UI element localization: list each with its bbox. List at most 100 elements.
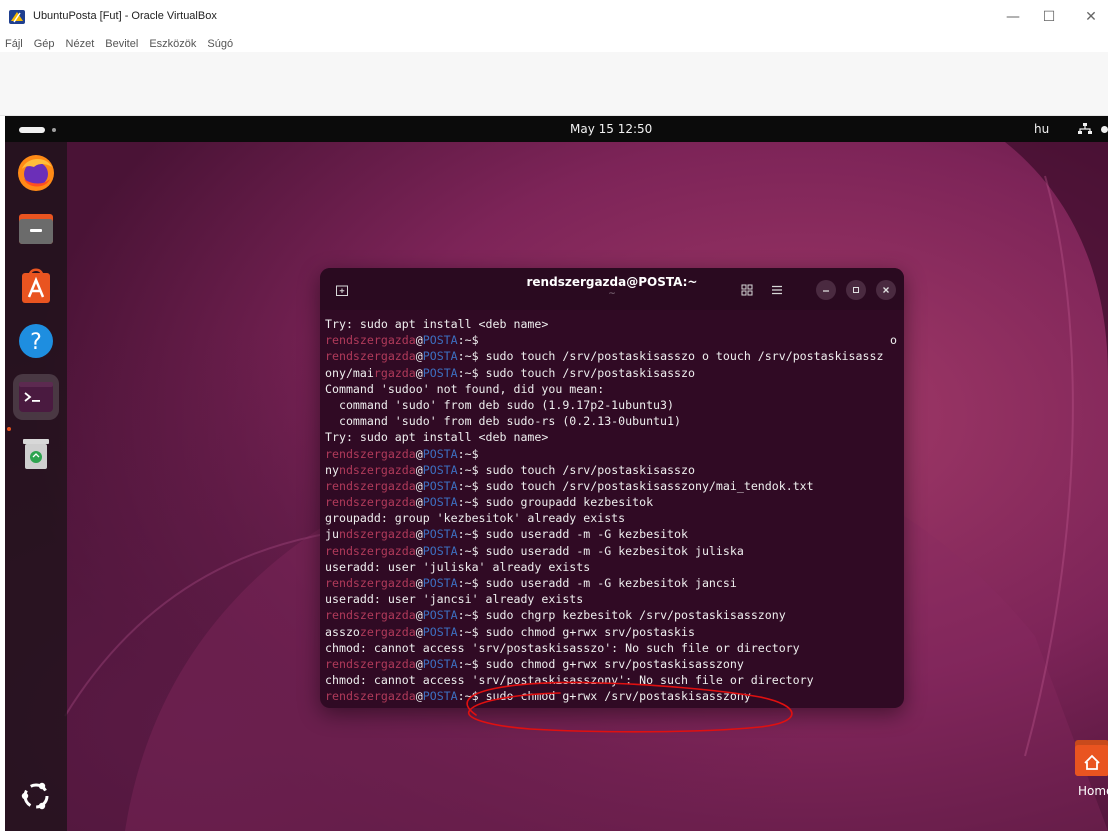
terminal-maximize-button[interactable]	[846, 280, 866, 300]
prompt-user: zergazda	[359, 624, 416, 639]
clock[interactable]: May 15 12:50	[570, 122, 652, 136]
network-icon[interactable]	[1078, 123, 1092, 135]
prompt-at: @	[415, 576, 423, 590]
terminal-minimize-button[interactable]	[816, 280, 836, 300]
menu-machine[interactable]: Gép	[34, 38, 55, 50]
menu-tools[interactable]: Eszközök	[149, 38, 196, 50]
terminal-line: Command 'sudoo' not found, did you mean:	[325, 381, 901, 397]
terminal-headerbar[interactable]: rendszergazda@POSTA:~ ~	[320, 268, 904, 310]
menu-help[interactable]: Súgó	[207, 38, 233, 50]
terminal-text: chmod: cannot access 'srv/postaskisasszo…	[325, 673, 814, 688]
terminal-text: Command 'sudoo' not found, did you mean:	[325, 381, 605, 396]
activities-indicator[interactable]	[19, 127, 45, 133]
prompt-path: :~$	[457, 495, 479, 510]
terminal-line: useradd: user 'jancsi' already exists	[325, 591, 901, 607]
terminal-line: command 'sudo' from deb sudo (1.9.17p2-1…	[325, 397, 901, 413]
gnome-top-bar: May 15 12:50 hu	[5, 116, 1108, 142]
prompt-at: @	[415, 624, 423, 639]
prompt-at: @	[415, 527, 423, 542]
terminal-line: rendszergazda@POSTA:~$ sudo groupadd kez…	[325, 494, 901, 510]
terminal-command: sudo useradd -m -G kezbesitok	[478, 527, 688, 542]
guest-screen[interactable]: May 15 12:50 hu ? rendszergazda@POSTA:~ …	[5, 116, 1108, 831]
terminal-command: sudo groupadd kezbesitok	[478, 495, 654, 510]
app-center-icon	[22, 268, 50, 303]
files-icon	[19, 214, 53, 244]
terminal-line: groupadd: group 'kezbesitok' already exi…	[325, 510, 901, 526]
terminal-text: useradd: user 'jancsi' already exists	[325, 592, 584, 607]
maximize-button[interactable]: ☐	[1034, 6, 1064, 28]
dock-show-apps[interactable]	[13, 773, 59, 819]
terminal-line: rendszergazda@POSTA:~$ sudo touch /srv/p…	[325, 478, 901, 494]
dock: ?	[5, 142, 67, 831]
dock-firefox[interactable]	[13, 150, 59, 196]
terminal-line: rendszergazda@POSTA:~$ sudo useradd -m -…	[325, 543, 901, 559]
menu-input[interactable]: Bevitel	[105, 38, 138, 50]
prompt-user: rendszergazda	[325, 495, 416, 510]
prompt-host: POSTA	[422, 608, 458, 623]
prompt-path: :~$	[457, 349, 479, 364]
firefox-icon	[18, 155, 54, 191]
prompt-path: :~$	[457, 543, 479, 558]
dock-help[interactable]: ?	[13, 318, 59, 364]
prompt-user: rendszergazda	[325, 543, 416, 558]
minimize-icon	[823, 290, 829, 292]
minimize-button[interactable]: —	[998, 6, 1028, 28]
terminal-command: sudo chmod g+rwx srv/postaskis	[478, 624, 695, 639]
prompt-host: POSTA	[422, 462, 458, 477]
terminal-line: Try: sudo apt install <deb name>	[325, 429, 901, 445]
prompt-host: POSTA	[422, 527, 458, 542]
terminal-line: chmod: cannot access 'srv/postaskisasszo…	[325, 672, 901, 688]
terminal-text: Try: sudo apt install <deb name>	[325, 430, 549, 445]
terminal-icon	[19, 382, 53, 412]
dock-files[interactable]	[13, 206, 59, 252]
prompt-user: rendszergazda	[325, 333, 416, 348]
prompt-host: POSTA	[422, 333, 458, 348]
menu-file[interactable]: Fájl	[5, 38, 23, 50]
prompt-host: POSTA	[422, 446, 458, 461]
prompt-at: @	[415, 543, 423, 558]
terminal-line: nyndszergazda@POSTA:~$ sudo touch /srv/p…	[325, 462, 901, 478]
view-options-button[interactable]	[737, 280, 757, 300]
terminal-text: chmod: cannot access 'srv/postaskisasszo…	[325, 640, 800, 655]
prompt-path: :~$	[457, 478, 479, 493]
terminal-line: rendszergazda@POSTA:~$ sudo chgrp kezbes…	[325, 607, 901, 623]
menu-view[interactable]: Nézet	[66, 38, 95, 50]
prompt-host: POSTA	[422, 495, 458, 510]
home-folder-icon[interactable]	[1073, 736, 1108, 780]
terminal-line: chmod: cannot access 'srv/postaskisasszo…	[325, 640, 901, 656]
terminal-line: rendszergazda@POSTA:~$ sudo touch /srv/p…	[325, 348, 901, 364]
trash-icon	[23, 439, 49, 469]
prompt-host: POSTA	[422, 365, 458, 380]
close-button[interactable]: ✕	[1076, 6, 1106, 28]
terminal-close-button[interactable]	[876, 280, 896, 300]
prompt-path: :~$	[457, 576, 479, 590]
dock-app-center[interactable]	[13, 262, 59, 308]
prompt-user: rendszergazda	[325, 349, 416, 364]
main-menu-button[interactable]	[767, 280, 787, 300]
prompt-at: @	[415, 333, 423, 348]
workspace-dot	[52, 128, 56, 132]
system-menu-icon[interactable]	[1101, 126, 1108, 133]
prompt-user: rendszergazda	[325, 656, 416, 671]
terminal-output[interactable]: Try: sudo apt install <deb name> rendszer…	[325, 316, 901, 706]
terminal-command: sudo chgrp kezbesitok /srv/postaskisassz…	[478, 608, 786, 623]
terminal-text: command 'sudo' from deb sudo-rs (0.2.13-…	[325, 414, 681, 429]
prompt-at: @	[415, 495, 423, 510]
terminal-window[interactable]: rendszergazda@POSTA:~ ~ Try: sudo apt in…	[320, 268, 904, 708]
terminal-line: ony/mairgazda@POSTA:~$ sudo touch /srv/p…	[325, 365, 901, 381]
dock-terminal[interactable]	[13, 374, 59, 420]
terminal-line: rendszergazda@POSTA:~$ o	[325, 332, 901, 348]
prompt-host: POSTA	[422, 576, 458, 590]
terminal-line: rendszergazda@POSTA:~$ sudo useradd -m -…	[325, 575, 901, 591]
keyboard-layout-indicator[interactable]: hu	[1034, 122, 1049, 136]
prompt-user: rendszergazda	[325, 576, 416, 590]
prompt-user: rendszergazda	[325, 478, 416, 493]
prompt-at: @	[415, 656, 423, 671]
home-folder-label[interactable]: Home	[1078, 784, 1108, 798]
prompt-host: POSTA	[422, 478, 458, 493]
terminal-command: sudo chmod g+rwx srv/postaskisasszony	[478, 656, 744, 671]
prompt-at: @	[415, 462, 423, 477]
dock-trash[interactable]	[13, 430, 59, 476]
prompt-host: POSTA	[422, 656, 458, 671]
terminal-line: asszozergazda@POSTA:~$ sudo chmod g+rwx …	[325, 624, 901, 640]
